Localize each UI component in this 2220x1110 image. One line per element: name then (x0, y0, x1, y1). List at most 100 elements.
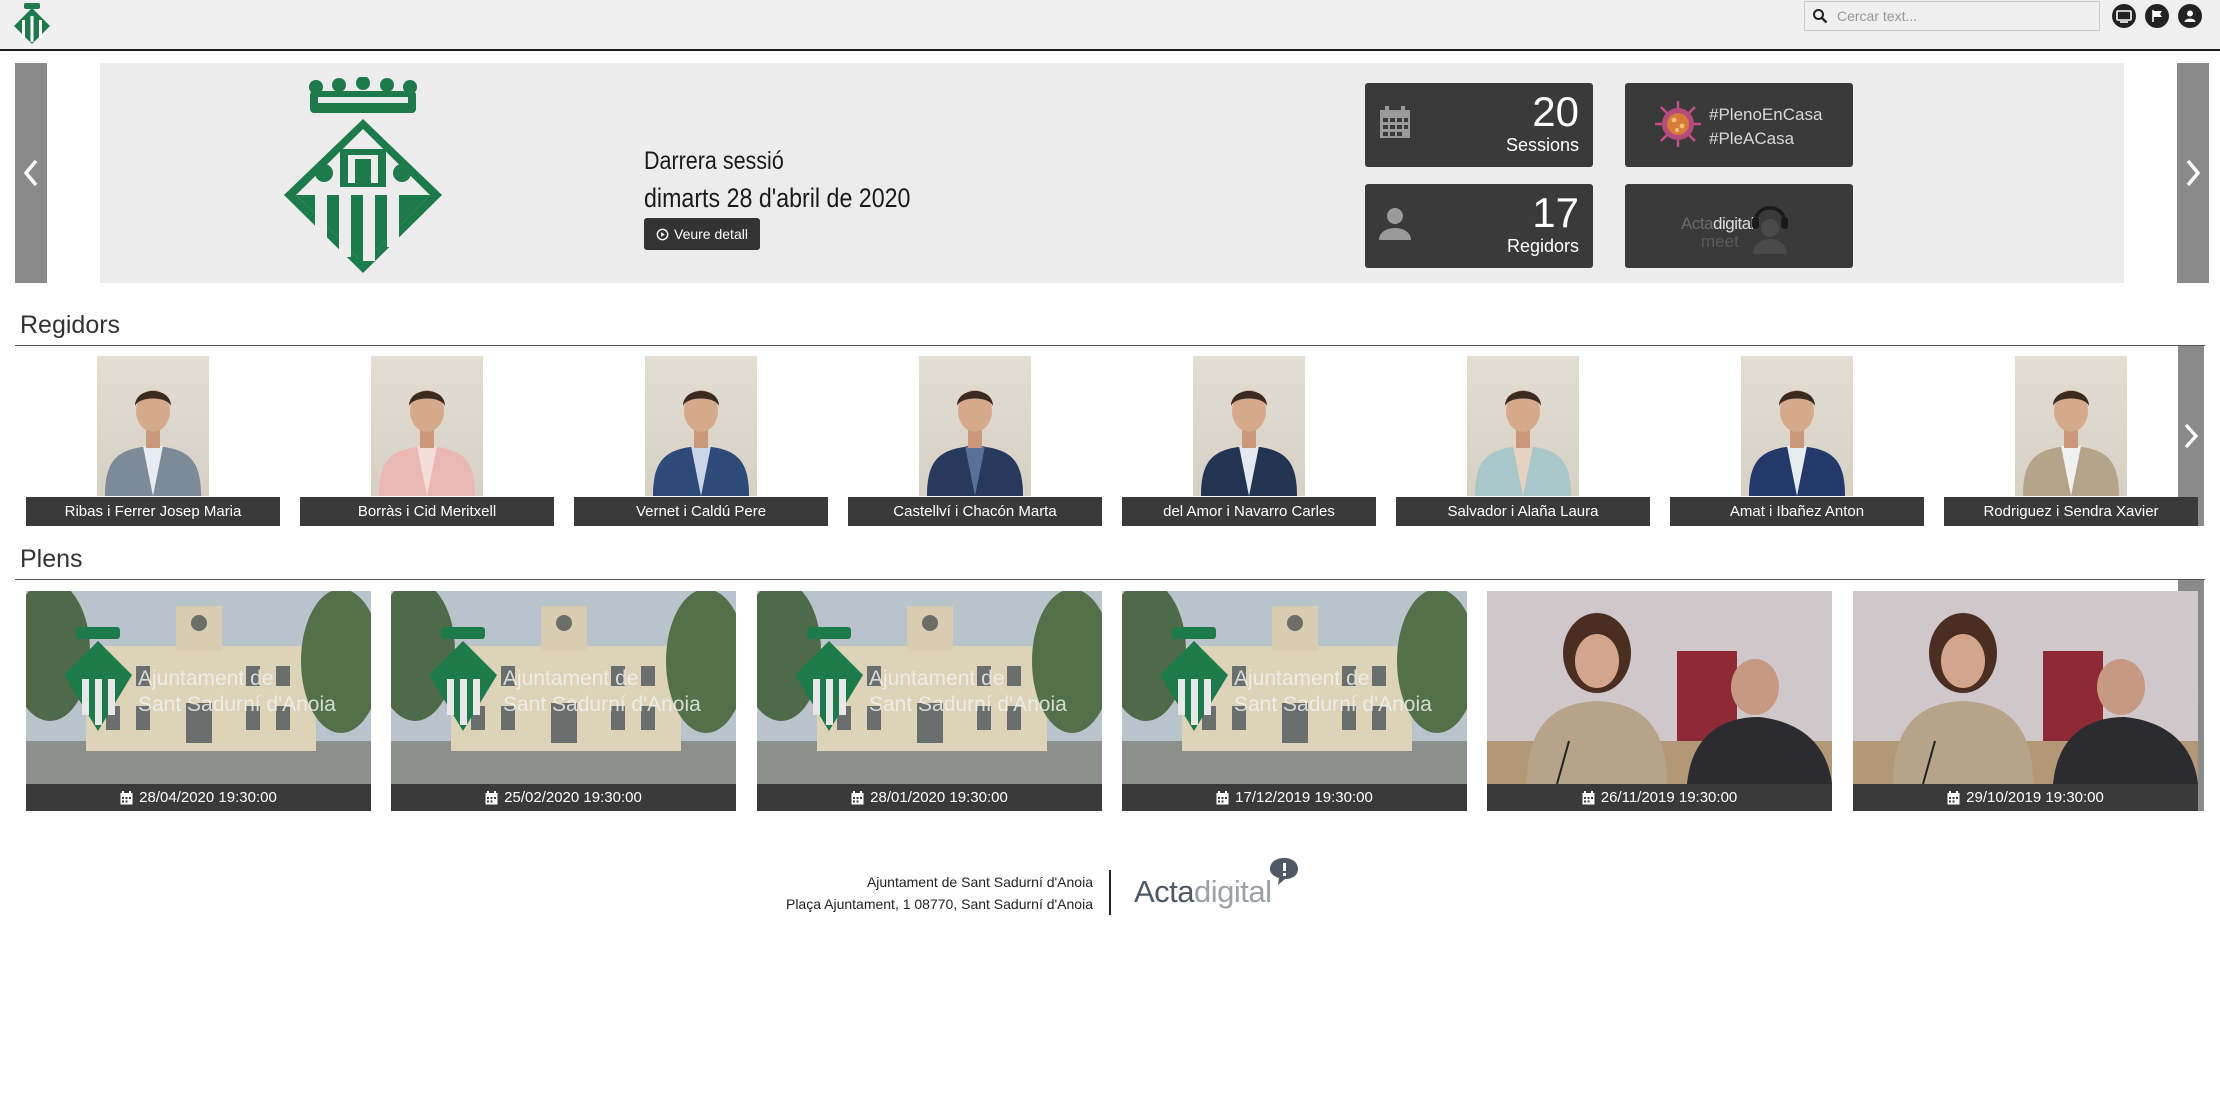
councillors-count: 17 (1532, 189, 1579, 236)
footer-line-2: Plaça Ajuntament, 1 08770, Sant Sadurní … (785, 896, 1093, 912)
councillor-card[interactable]: Castellví i Chacón Marta (848, 356, 1102, 526)
sessions-stat-tile[interactable]: 20 Sessions (1365, 83, 1593, 167)
last-session-label: Darrera sessió (644, 147, 784, 175)
session-thumbnail (1853, 591, 2198, 784)
hero-prev-arrow[interactable] (15, 63, 47, 283)
meet-sub: meet (1701, 232, 1739, 251)
svg-text:Sant Sadurní d'Anoia: Sant Sadurní d'Anoia (869, 693, 1067, 716)
councillor-name: Borràs i Cid Meritxell (300, 497, 554, 526)
councillor-name: Salvador i Alaña Laura (1396, 497, 1650, 526)
session-thumbnail: Ajuntament de Sant Sadurní d'Anoia (26, 591, 371, 784)
councillor-card[interactable]: Salvador i Alaña Laura (1396, 356, 1650, 526)
meet-brand-acta: Acta (1681, 214, 1714, 233)
headset-person-icon (1752, 206, 1788, 254)
svg-text:Sant Sadurní d'Anoia: Sant Sadurní d'Anoia (1234, 693, 1432, 716)
sessions-count: 20 (1532, 88, 1579, 135)
search-box (1804, 1, 2100, 31)
pleno-en-casa-tile[interactable]: #PlenoEnCasa #PleACasa (1625, 83, 1853, 167)
person-icon (1379, 208, 1411, 240)
view-detail-label: Veure detall (674, 226, 748, 242)
footer-address: Ajuntament de Sant Sadurní d'Anoia Plaça… (740, 871, 1093, 915)
play-circle-icon (656, 228, 669, 240)
sessions-label: Sessions (1505, 135, 1579, 155)
search-icon (1805, 8, 1835, 24)
councillor-name: Amat i Ibañez Anton (1670, 497, 1924, 526)
councillor-card[interactable]: Borràs i Cid Meritxell (300, 356, 554, 526)
councillor-photo (2015, 356, 2127, 496)
session-card[interactable]: 26/11/2019 19:30:00 (1487, 591, 1832, 811)
municipal-crest (284, 77, 442, 273)
councillor-photo (97, 356, 209, 496)
session-thumbnail: Ajuntament de Sant Sadurní d'Anoia (1122, 591, 1467, 784)
last-session-date: dimarts 28 d'abril de 2020 (644, 183, 911, 213)
session-date: 25/02/2020 19:30:00 (504, 789, 642, 806)
svg-text:Ajuntament de: Ajuntament de (1234, 667, 1369, 690)
session-card[interactable]: Ajuntament de Sant Sadurní d'Anoia 17/12/2… (1122, 591, 1467, 811)
councillor-name: Vernet i Caldú Pere (574, 497, 828, 526)
calendar-icon (120, 790, 133, 804)
councillor-card[interactable]: Vernet i Caldú Pere (574, 356, 828, 526)
session-date-bar: 17/12/2019 19:30:00 (1122, 784, 1467, 811)
session-date-bar: 28/01/2020 19:30:00 (757, 784, 1102, 811)
councillor-card[interactable]: Ribas i Ferrer Josep Maria (26, 356, 280, 526)
councillor-card[interactable]: Amat i Ibañez Anton (1670, 356, 1924, 526)
footer-line-1: Ajuntament de Sant Sadurní d'Anoia (866, 874, 1093, 890)
svg-text:Ajuntament de: Ajuntament de (869, 667, 1004, 690)
hero-next-arrow[interactable] (2177, 63, 2209, 283)
municipal-crest-logo[interactable] (10, 2, 54, 46)
calendar-icon (485, 790, 498, 804)
svg-text:Ajuntament de: Ajuntament de (503, 667, 638, 690)
sessions-section-rule (15, 579, 2205, 580)
hero-banner: Darrera sessió dimarts 28 d'abril de 202… (100, 63, 2124, 283)
councillors-label: Regidors (1506, 236, 1579, 256)
councillor-name: del Amor i Navarro Carles (1122, 497, 1376, 526)
svg-text:Ajuntament de: Ajuntament de (138, 667, 273, 690)
tv-icon[interactable] (2112, 4, 2136, 28)
calendar-icon (851, 790, 864, 804)
councillor-card[interactable]: del Amor i Navarro Carles (1122, 356, 1376, 526)
footer-brand-digital: digital (1194, 874, 1272, 909)
user-icon[interactable] (2178, 4, 2202, 28)
session-card[interactable]: Ajuntament de Sant Sadurní d'Anoia 28/04/2… (26, 591, 371, 811)
session-date-bar: 28/04/2020 19:30:00 (26, 784, 371, 811)
councillor-photo (645, 356, 757, 496)
session-date: 29/10/2019 19:30:00 (1966, 789, 2104, 806)
councillor-name: Rodriguez i Sendra Xavier (1944, 497, 2198, 526)
councillor-card[interactable]: Rodriguez i Sendra Xavier (1944, 356, 2198, 526)
councillor-photo (1741, 356, 1853, 496)
councillor-name: Castellví i Chacón Marta (848, 497, 1102, 526)
session-card[interactable]: Ajuntament de Sant Sadurní d'Anoia 28/01/2… (757, 591, 1102, 811)
session-date-bar: 29/10/2019 19:30:00 (1853, 784, 2198, 811)
search-input[interactable] (1835, 7, 2089, 25)
top-bar (0, 0, 2220, 51)
actadigital-footer-logo[interactable]: Actadigital (1134, 874, 1272, 910)
session-date-bar: 25/02/2020 19:30:00 (391, 784, 736, 811)
flag-icon[interactable] (2145, 4, 2169, 28)
session-date: 28/01/2020 19:30:00 (870, 789, 1008, 806)
chevron-right-icon (2186, 159, 2201, 187)
councillors-section-rule (15, 345, 2205, 346)
calendar-icon (1947, 790, 1960, 804)
session-date: 17/12/2019 19:30:00 (1235, 789, 1373, 806)
session-date: 26/11/2019 19:30:00 (1600, 789, 1738, 806)
session-date: 28/04/2020 19:30:00 (139, 789, 277, 806)
councillor-name: Ribas i Ferrer Josep Maria (26, 497, 280, 526)
footer-separator (1109, 870, 1111, 915)
speech-bubble-icon (1270, 858, 1298, 885)
footer-brand-acta: Acta (1134, 874, 1195, 909)
svg-text:Sant Sadurní d'Anoia: Sant Sadurní d'Anoia (503, 693, 701, 716)
meet-brand: Actadigital (1681, 214, 1754, 234)
view-detail-button[interactable]: Veure detall (644, 218, 760, 250)
calendar-icon (1380, 106, 1410, 138)
councillors-stat-tile[interactable]: 17 Regidors (1365, 184, 1593, 268)
session-thumbnail: Ajuntament de Sant Sadurní d'Anoia (391, 591, 736, 784)
promo-hashtag-2: #PleACasa (1709, 129, 1795, 148)
calendar-icon (1582, 790, 1595, 804)
session-card[interactable]: Ajuntament de Sant Sadurní d'Anoia 25/02/2… (391, 591, 736, 811)
sessions-section-title: Plens (20, 545, 83, 573)
actadigital-meet-tile[interactable]: Actadigital meet (1625, 184, 1853, 268)
session-card[interactable]: 29/10/2019 19:30:00 (1853, 591, 2198, 811)
councillor-photo (1467, 356, 1579, 496)
virus-icon (1655, 101, 1701, 147)
councillor-photo (371, 356, 483, 496)
